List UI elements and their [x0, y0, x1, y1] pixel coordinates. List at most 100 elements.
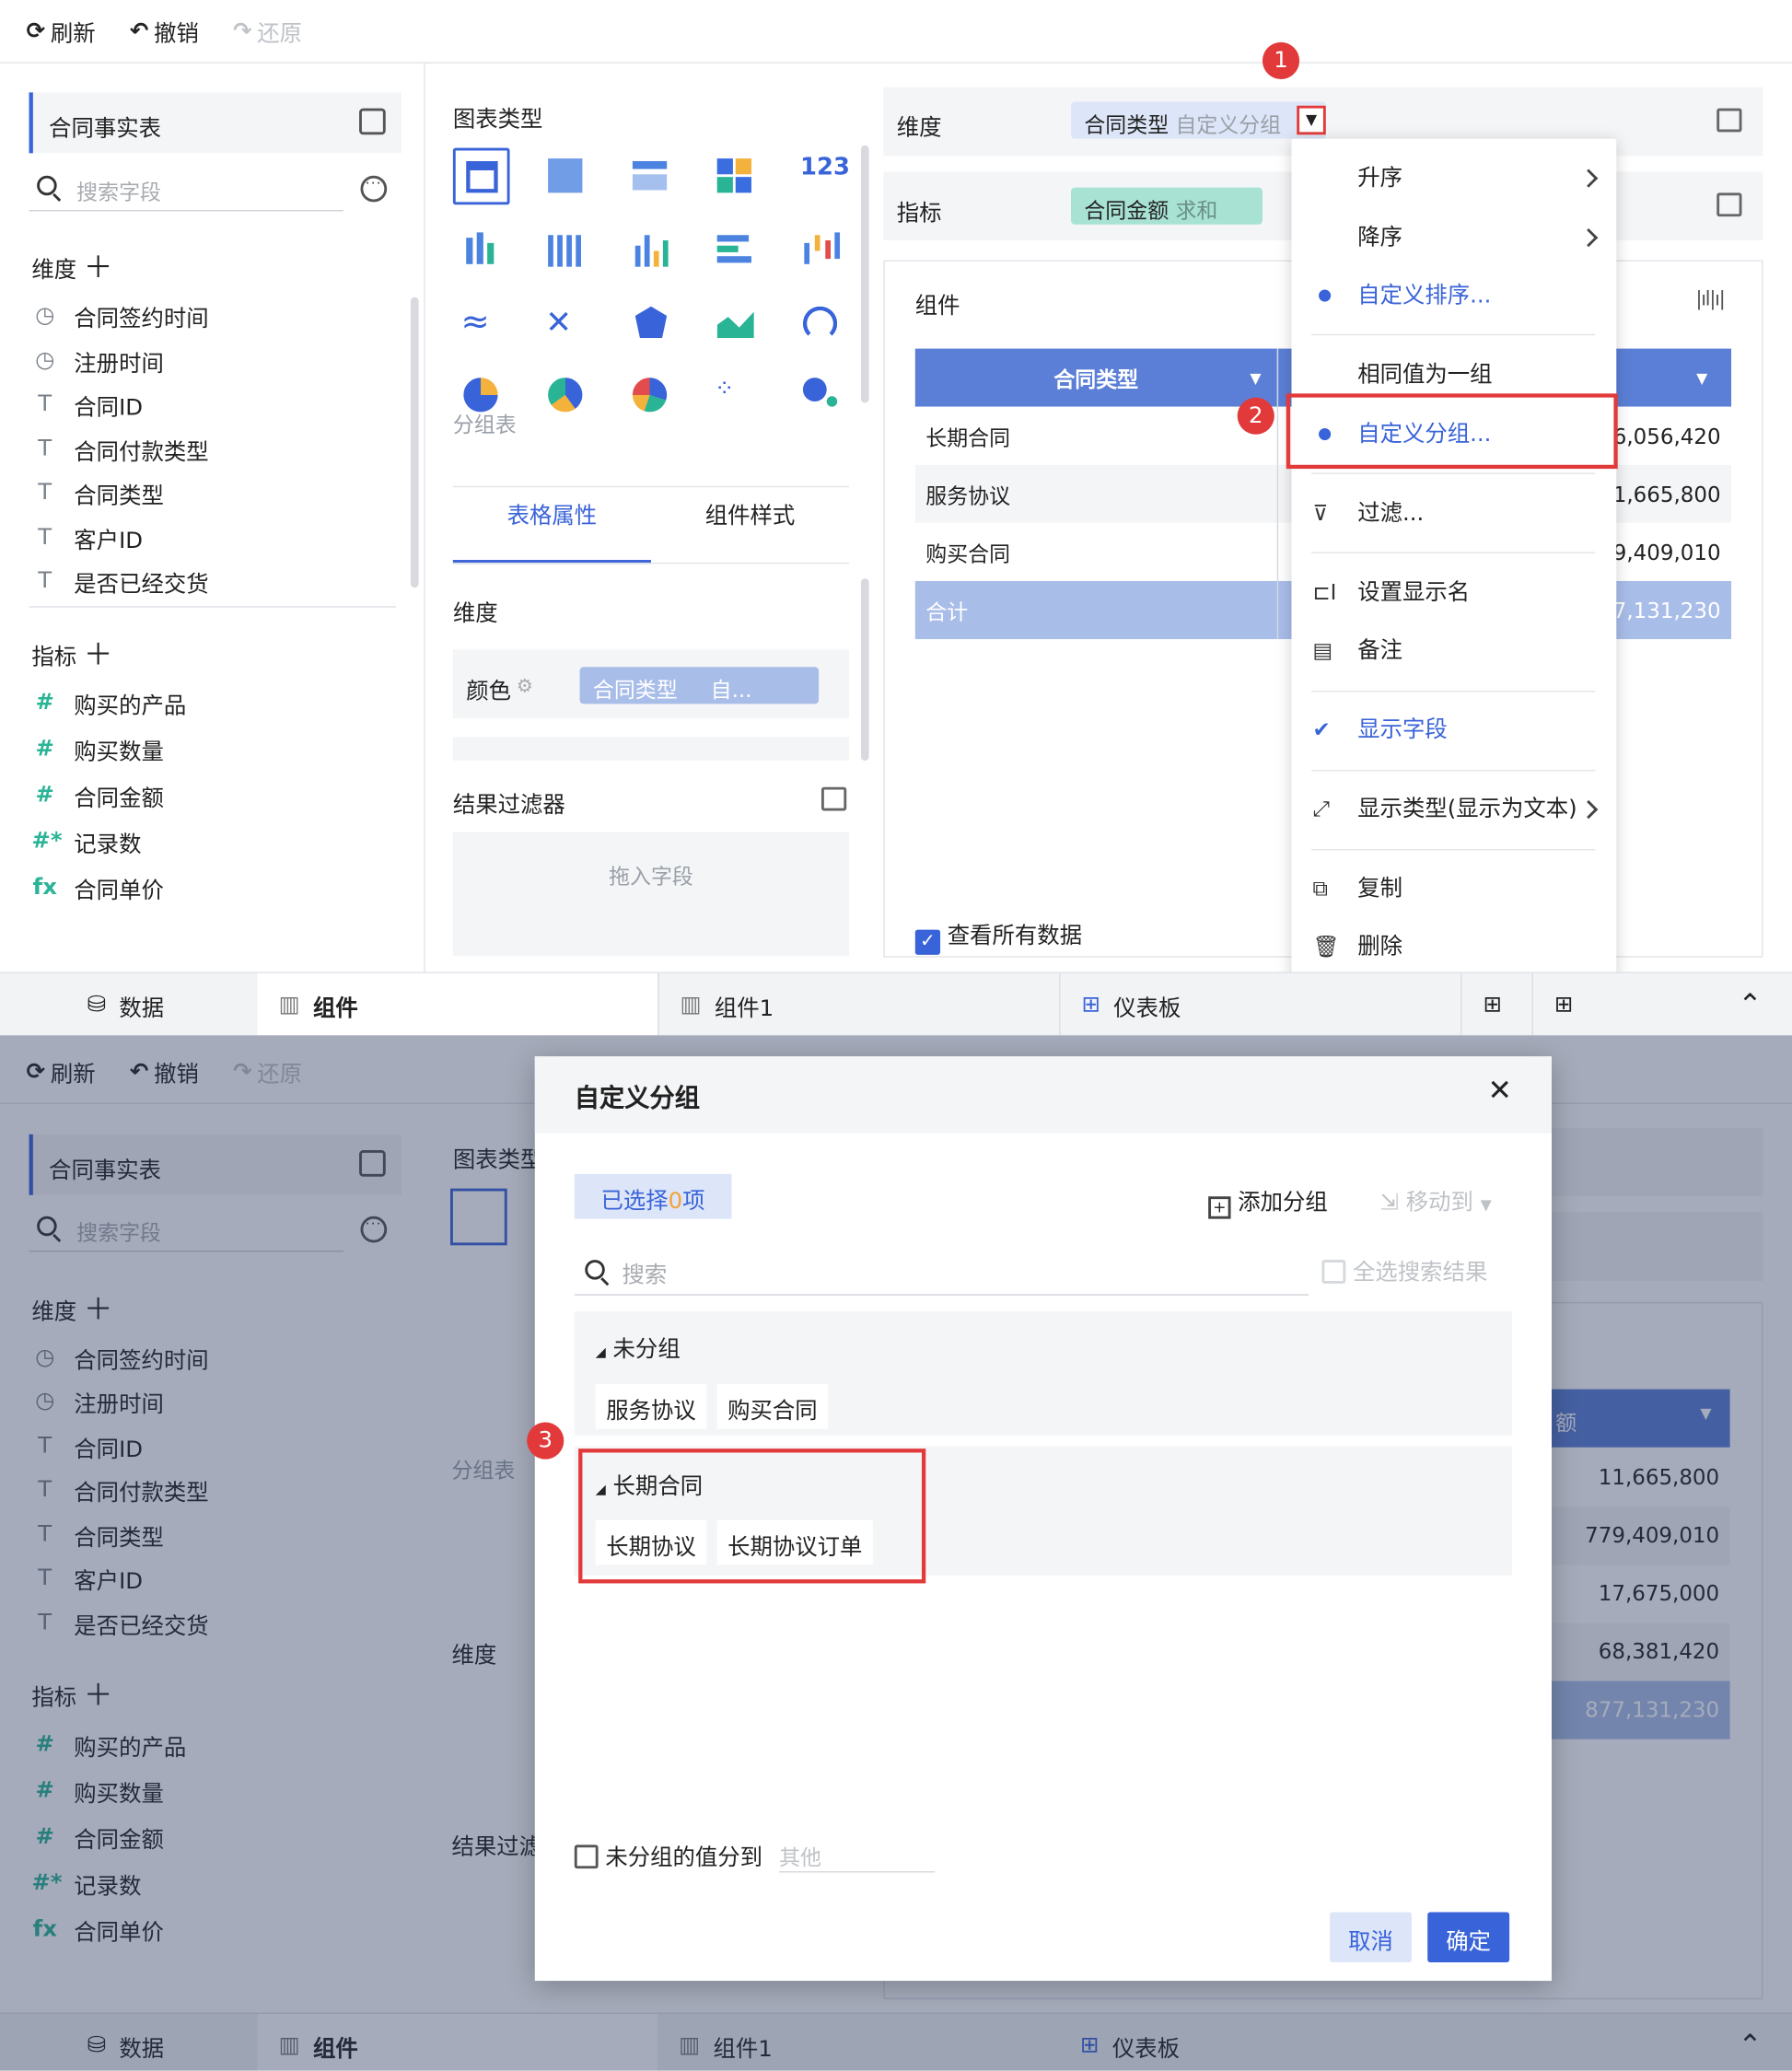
radar-icon[interactable] [630, 304, 672, 346]
barcode-icon[interactable]: |ıl|ı| [1695, 286, 1725, 310]
metric-header: 指标 ＋ [31, 639, 113, 672]
datasource-selector[interactable]: 合同事实表 [29, 92, 401, 154]
menu-item-show-field[interactable]: 显示字段 [1357, 711, 1448, 750]
scrollbar[interactable] [861, 145, 869, 403]
collapse-up-icon[interactable]: ⌃ [1716, 973, 1762, 1035]
add-component-icon[interactable]: ⊞ [1460, 972, 1531, 1036]
field-item[interactable]: # 购买数量 [31, 727, 164, 772]
tab-component-style[interactable]: 组件样式 [651, 496, 849, 529]
gear-icon[interactable]: ⚙ [517, 676, 533, 697]
bottom-tabs: ⛁ 数据 ▥ 组件 ▥ 组件1 ⊞ 仪表板 ⊞ ⊞ ⌃ [0, 972, 1792, 1036]
metric-chip[interactable]: 合同金额 求和 [1071, 187, 1263, 225]
scrollbar[interactable] [861, 578, 869, 762]
add-group-button[interactable]: + 添加分组 [1208, 1183, 1328, 1219]
other-name-input[interactable]: 其他 [779, 1835, 936, 1873]
field-item[interactable]: T 合同类型 [31, 471, 164, 516]
value-tag[interactable]: 购买合同 [716, 1383, 829, 1429]
area-chart-icon[interactable] [715, 304, 757, 346]
stacked-bar-icon[interactable] [545, 230, 588, 273]
filter-toggle-icon[interactable] [820, 786, 847, 811]
redo-button[interactable]: ↷ 还原 [233, 15, 302, 48]
menu-item-delete[interactable]: 删除 [1357, 927, 1402, 967]
refresh-button[interactable]: ⟳ 刷新 [27, 15, 96, 48]
waterfall-icon[interactable] [800, 230, 843, 273]
select-all-checkbox[interactable]: 全选搜索结果 [1321, 1253, 1487, 1286]
gauge-icon[interactable] [800, 304, 843, 346]
divider [452, 485, 850, 488]
more-icon[interactable]: ··· [360, 175, 388, 203]
ungrouped-to-checkbox[interactable]: 未分组的值分到 [574, 1838, 762, 1871]
menu-item-display-type[interactable]: 显示类型(显示为文本) [1357, 790, 1577, 830]
number-type-icon: # [35, 781, 54, 809]
switch-table-icon[interactable] [359, 108, 386, 135]
add-metric-icon[interactable]: ＋ [84, 639, 113, 672]
menu-item-desc[interactable]: 降序 [1357, 218, 1402, 258]
menu-divider [1311, 691, 1596, 692]
tab-data[interactable]: ⛁ 数据 [66, 973, 165, 1035]
menu-item-custom-sort[interactable]: 自定义排序... [1357, 276, 1491, 316]
ok-button[interactable]: 确定 [1427, 1912, 1510, 1962]
field-item[interactable]: T 合同付款类型 [31, 426, 208, 471]
menu-item-asc[interactable]: 升序 [1357, 158, 1402, 198]
tab-table-props[interactable]: 表格属性 [453, 496, 651, 529]
sunburst-icon[interactable] [630, 375, 672, 417]
field-item[interactable]: # 合同金额 [31, 773, 164, 818]
menu-item-note[interactable]: 备注 [1357, 631, 1402, 670]
field-item[interactable]: T 是否已经交货 [31, 559, 208, 604]
close-icon[interactable]: ✕ [1488, 1075, 1512, 1108]
setting-icon[interactable] [1716, 108, 1742, 133]
color-field-chip[interactable]: 合同类型 自... [579, 667, 820, 704]
dimension-chip[interactable]: 合同类型 自定义分组 [1071, 101, 1326, 139]
dialog-search-input[interactable]: 搜索 [574, 1248, 1309, 1296]
multi-line-icon[interactable]: ✕ [545, 304, 588, 346]
text-type-icon: T [38, 524, 52, 551]
menu-item-copy[interactable]: 复制 [1357, 869, 1402, 909]
cancel-button[interactable]: 取消 [1330, 1912, 1412, 1962]
field-item[interactable]: T 客户ID [31, 515, 143, 560]
chip-dropdown-icon[interactable]: ▼ [1297, 105, 1326, 135]
setting-icon[interactable] [1716, 192, 1742, 217]
cross-table-icon[interactable] [545, 156, 588, 198]
grouped-bar-icon[interactable] [460, 230, 503, 273]
search-icon [585, 1260, 605, 1280]
card-icon[interactable] [715, 156, 757, 198]
number-chart-icon[interactable]: 123 [800, 153, 850, 195]
add-dashboard-icon[interactable]: ⊞ [1531, 972, 1602, 1036]
menu-item-filter[interactable]: 过滤... [1357, 494, 1424, 533]
horizontal-bar-icon[interactable] [715, 230, 757, 273]
group-header[interactable]: ◢ 未分组 [596, 1330, 681, 1363]
table-chart-icon[interactable] [452, 147, 510, 205]
line-chart-icon[interactable]: ≈ [460, 304, 503, 346]
chart-icon: ▥ [680, 991, 702, 1018]
field-item[interactable]: #* 记录数 [31, 819, 141, 864]
menu-divider [1311, 770, 1596, 772]
note-icon: ▤ [1312, 637, 1333, 663]
filter-drop-zone[interactable]: 拖入字段 [452, 832, 850, 957]
field-search-input[interactable]: 搜索字段 [29, 167, 343, 212]
field-item[interactable]: fx 合同单价 [31, 865, 164, 910]
add-dimension-icon[interactable]: ＋ [84, 252, 113, 285]
field-item[interactable]: ◷ 注册时间 [31, 338, 164, 383]
field-item[interactable]: T 合同ID [31, 381, 143, 426]
tab-dashboard[interactable]: ⊞ 仪表板 [1059, 972, 1460, 1036]
table-header[interactable]: 合同类型 ▼ [914, 348, 1277, 407]
chevron-right-icon [1579, 169, 1599, 188]
menu-item-display-name[interactable]: 设置显示名 [1357, 573, 1470, 612]
rose-chart-icon[interactable] [545, 375, 588, 417]
tab-component1[interactable]: ▥ 组件1 [657, 972, 1059, 1036]
scatter-icon[interactable]: ⁘ [715, 375, 757, 417]
field-item[interactable]: # 购买的产品 [31, 681, 187, 726]
value-tag[interactable]: 服务协议 [595, 1383, 707, 1429]
detail-table-icon[interactable] [630, 156, 672, 198]
text-type-icon: T [38, 479, 52, 506]
column-chart-icon[interactable] [630, 230, 672, 273]
database-icon: ⛁ [87, 991, 107, 1018]
scrollbar[interactable] [410, 297, 419, 588]
undo-button[interactable]: ↶ 撤销 [130, 15, 199, 48]
view-all-checkbox[interactable]: ✓ 查看所有数据 [914, 916, 1082, 955]
tab-component[interactable]: ▥ 组件 [257, 972, 658, 1036]
field-item[interactable]: ◷ 合同签约时间 [31, 293, 208, 338]
move-to-button[interactable]: ⇲ 移动到 ▼ [1380, 1183, 1492, 1216]
bubble-icon[interactable] [800, 375, 843, 417]
menu-item-same-value[interactable]: 相同值为一组 [1357, 355, 1492, 395]
